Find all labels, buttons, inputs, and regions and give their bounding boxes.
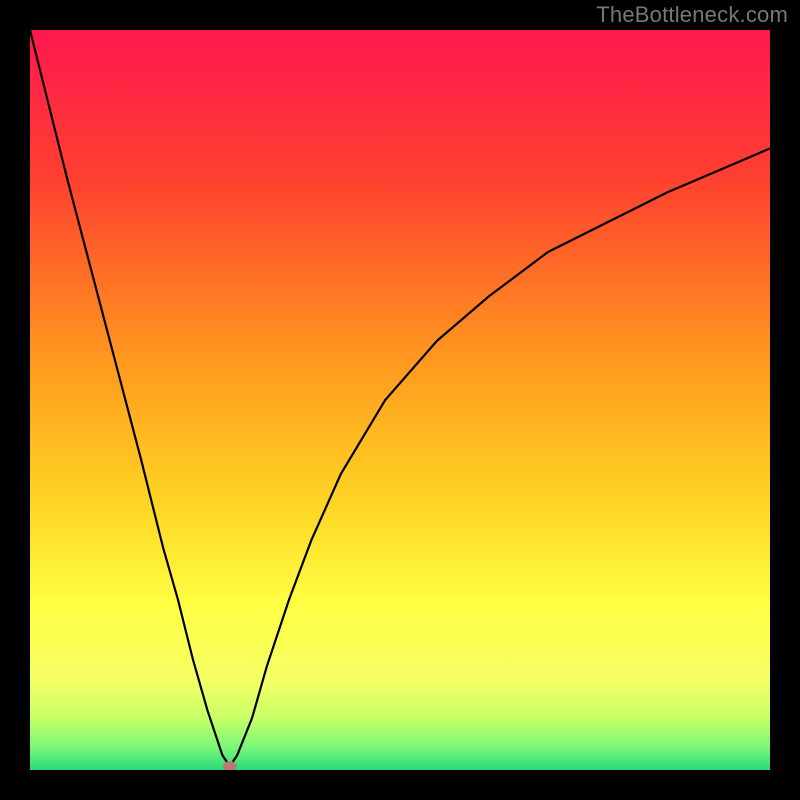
- chart-frame: TheBottleneck.com: [0, 0, 800, 800]
- watermark-text: TheBottleneck.com: [596, 2, 788, 28]
- chart-svg: [30, 30, 770, 770]
- gradient-background: [30, 30, 770, 770]
- plot-area: [30, 30, 770, 770]
